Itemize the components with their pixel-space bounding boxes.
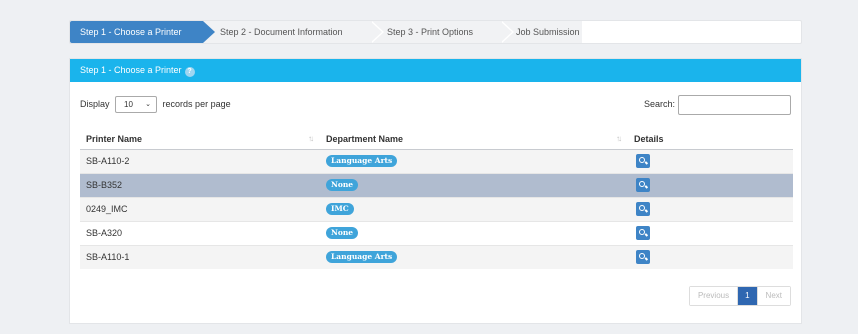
wizard-step-2-label: Step 2 - Document Information — [220, 27, 343, 37]
panel-header: Step 1 - Choose a Printer? — [70, 59, 801, 82]
display-label: Display — [80, 99, 110, 109]
department-badge: Language Arts — [326, 251, 398, 264]
records-per-page-select[interactable]: 10 ⌄ — [115, 96, 158, 114]
wizard-step-3-label: Step 3 - Print Options — [387, 27, 474, 37]
department-cell: Language Arts — [320, 244, 628, 269]
table-row[interactable]: SB-A320 None — [80, 220, 793, 245]
table-row[interactable]: SB-B352 None — [80, 172, 793, 197]
department-cell: None — [320, 220, 628, 245]
search-control: Search: — [643, 94, 791, 115]
printer-name-cell: SB-A110-1 — [80, 244, 320, 269]
column-header-label: Printer Name — [86, 133, 143, 144]
magnifier-icon[interactable] — [636, 178, 650, 192]
next-page-button[interactable]: Next — [756, 287, 790, 305]
records-per-page-control: Display 10 ⌄ records per page — [80, 95, 231, 114]
page-1-button[interactable]: 1 — [737, 287, 757, 305]
records-per-page-value: 10 — [124, 100, 133, 110]
details-cell — [628, 172, 793, 197]
printer-name-cell: SB-A320 — [80, 220, 320, 245]
magnifier-icon[interactable] — [636, 202, 650, 216]
sort-icon: ↑↓ — [308, 134, 314, 143]
department-badge: None — [326, 227, 359, 239]
help-icon[interactable]: ? — [184, 67, 195, 77]
wizard-steps: Step 1 - Choose a Printer Step 2 - Docum… — [69, 20, 802, 44]
printer-table: Printer Name ↑↓ Department Name ↑↓ Details… — [80, 129, 793, 269]
details-cell — [628, 148, 793, 173]
records-per-page-label: records per page — [162, 99, 231, 109]
previous-page-button[interactable]: Previous — [689, 287, 738, 305]
search-label: Search: — [643, 99, 675, 109]
department-cell: IMC — [320, 196, 628, 221]
magnifier-icon[interactable] — [636, 226, 650, 240]
department-badge: IMC — [326, 203, 354, 215]
printer-name-cell: SB-A110-2 — [80, 148, 320, 173]
wizard-step-2[interactable]: Step 2 - Document Information — [203, 21, 384, 43]
column-header-label: Details — [634, 133, 664, 144]
chevron-down-icon: ⌄ — [145, 101, 152, 109]
printer-name-cell: SB-B352 — [80, 172, 320, 197]
wizard-step-3[interactable]: Step 3 - Print Options — [370, 21, 514, 43]
sort-icon: ↑↓ — [616, 134, 622, 143]
panel-title: Step 1 - Choose a Printer — [80, 65, 182, 75]
column-header-label: Department Name — [326, 133, 404, 144]
wizard-step-1[interactable]: Step 1 - Choose a Printer — [70, 21, 215, 43]
column-header-department-name[interactable]: Department Name ↑↓ — [320, 129, 628, 150]
table-row[interactable]: SB-A110-1 Language Arts — [80, 244, 793, 269]
magnifier-icon[interactable] — [636, 250, 650, 265]
details-cell — [628, 196, 793, 221]
details-cell — [628, 220, 793, 245]
printer-name-cell: 0249_IMC — [80, 196, 320, 221]
table-row[interactable]: SB-A110-2 Language Arts — [80, 148, 793, 173]
table-row[interactable]: 0249_IMC IMC — [80, 196, 793, 221]
department-cell: Language Arts — [320, 148, 628, 173]
column-header-printer-name[interactable]: Printer Name ↑↓ — [80, 129, 320, 150]
details-cell — [628, 244, 793, 269]
column-header-details: Details — [628, 129, 793, 150]
wizard-step-1-label: Step 1 - Choose a Printer — [80, 27, 182, 37]
magnifier-icon[interactable] — [636, 154, 650, 168]
choose-printer-panel: Step 1 - Choose a Printer? Display 10 ⌄ r… — [69, 58, 802, 324]
pagination: Previous 1 Next — [688, 286, 791, 306]
department-badge: None — [326, 179, 359, 191]
search-input[interactable] — [678, 94, 791, 115]
wizard-step-4-label: Job Submission — [516, 27, 580, 37]
department-cell: None — [320, 172, 628, 197]
department-badge: Language Arts — [326, 155, 398, 167]
